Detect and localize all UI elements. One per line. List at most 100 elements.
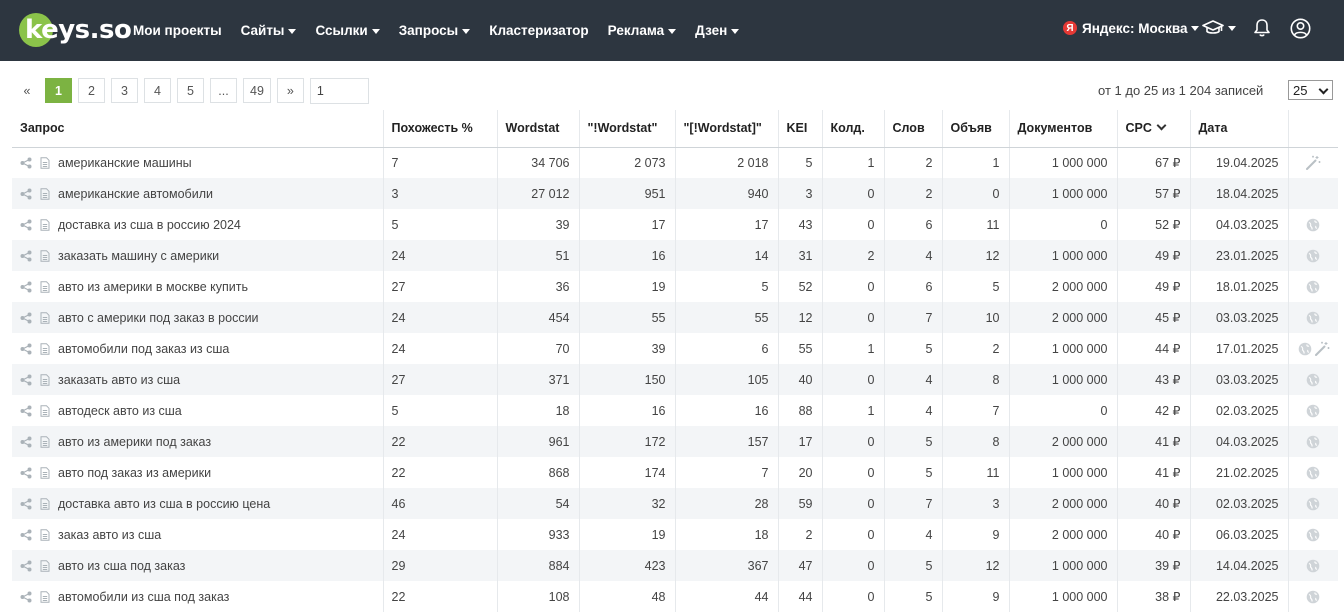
share-button[interactable] bbox=[20, 250, 32, 262]
query-text[interactable]: автомобили из сша под заказ bbox=[58, 590, 229, 604]
logo[interactable]: keys.so bbox=[19, 13, 132, 47]
query-text[interactable]: американские автомобили bbox=[58, 187, 213, 201]
pagination-prev-button[interactable]: « bbox=[15, 78, 39, 103]
pagination-page-3[interactable]: 3 bbox=[111, 78, 138, 103]
document-button[interactable] bbox=[40, 342, 50, 355]
column-header-4[interactable]: "[!Wordstat]" bbox=[675, 110, 779, 148]
region-selector[interactable]: Я Яндекс: Москва bbox=[1063, 19, 1200, 37]
share-button[interactable] bbox=[20, 374, 32, 386]
column-header-10[interactable]: CPC bbox=[1117, 110, 1191, 148]
query-text[interactable]: авто из америки под заказ bbox=[58, 435, 211, 449]
pagination-page-4[interactable]: 4 bbox=[144, 78, 171, 103]
query-text[interactable]: авто с америки под заказ в россии bbox=[58, 311, 259, 325]
globe-button[interactable] bbox=[1306, 497, 1320, 511]
globe-button[interactable] bbox=[1306, 528, 1320, 542]
document-button[interactable] bbox=[40, 404, 50, 417]
document-button[interactable] bbox=[40, 249, 50, 262]
user-menu-button[interactable] bbox=[1290, 17, 1311, 39]
globe-button[interactable] bbox=[1298, 342, 1312, 356]
query-text[interactable]: заказать авто из сша bbox=[58, 373, 180, 387]
column-header-3[interactable]: "!Wordstat" bbox=[579, 110, 676, 148]
globe-button[interactable] bbox=[1306, 218, 1320, 232]
notifications-button[interactable] bbox=[1253, 17, 1271, 39]
share-button[interactable] bbox=[20, 591, 32, 603]
share-button[interactable] bbox=[20, 436, 32, 448]
cell-cpc: 40 ₽ bbox=[1117, 519, 1191, 550]
column-header-11[interactable]: Дата bbox=[1190, 110, 1289, 148]
nav-item-6[interactable]: Дзен bbox=[695, 23, 740, 38]
share-button[interactable] bbox=[20, 405, 32, 417]
nav-item-3[interactable]: Запросы bbox=[399, 23, 471, 38]
query-text[interactable]: авто из америки в москве купить bbox=[58, 280, 248, 294]
query-text[interactable]: автомобили под заказ из сша bbox=[58, 342, 229, 356]
pagination-page-49[interactable]: 49 bbox=[243, 78, 271, 103]
share-button[interactable] bbox=[20, 157, 32, 169]
column-header-6[interactable]: Колд. bbox=[822, 110, 885, 148]
query-text[interactable]: доставка авто из сша в россию цена bbox=[58, 497, 270, 511]
wand-button[interactable] bbox=[1314, 341, 1330, 357]
column-header-9[interactable]: Документов bbox=[1009, 110, 1118, 148]
globe-button[interactable] bbox=[1306, 280, 1320, 294]
pagination-page-5[interactable]: 5 bbox=[177, 78, 204, 103]
globe-button[interactable] bbox=[1306, 373, 1320, 387]
share-button[interactable] bbox=[20, 467, 32, 479]
pagination-next-button[interactable]: » bbox=[276, 78, 304, 103]
wand-icon bbox=[1306, 155, 1321, 170]
globe-button[interactable] bbox=[1306, 590, 1320, 604]
share-button[interactable] bbox=[20, 188, 32, 200]
nav-item-2[interactable]: Ссылки bbox=[315, 23, 380, 38]
column-header-1[interactable]: Похожесть % bbox=[383, 110, 498, 148]
query-text[interactable]: авто из сша под заказ bbox=[58, 559, 185, 573]
query-text[interactable]: доставка из сша в россию 2024 bbox=[58, 218, 241, 232]
document-button[interactable] bbox=[40, 373, 50, 386]
globe-button[interactable] bbox=[1306, 249, 1320, 263]
sort-desc-icon[interactable] bbox=[1156, 120, 1167, 131]
share-button[interactable] bbox=[20, 343, 32, 355]
share-button[interactable] bbox=[20, 281, 32, 293]
column-header-0[interactable]: Запрос bbox=[12, 110, 384, 148]
column-header-8[interactable]: Объяв bbox=[942, 110, 1010, 148]
share-button[interactable] bbox=[20, 529, 32, 541]
per-page-select[interactable]: 25 bbox=[1288, 80, 1333, 100]
query-text[interactable]: заказ авто из сша bbox=[58, 528, 161, 542]
document-button[interactable] bbox=[40, 559, 50, 572]
globe-button[interactable] bbox=[1306, 404, 1320, 418]
column-header-5[interactable]: KEI bbox=[778, 110, 823, 148]
cell-ads: 11 bbox=[942, 209, 1010, 240]
document-button[interactable] bbox=[40, 435, 50, 448]
globe-button[interactable] bbox=[1306, 435, 1320, 449]
globe-button[interactable] bbox=[1306, 466, 1320, 480]
share-button[interactable] bbox=[20, 219, 32, 231]
document-button[interactable] bbox=[40, 528, 50, 541]
share-button[interactable] bbox=[20, 498, 32, 510]
query-text[interactable]: автодеск авто из сша bbox=[58, 404, 182, 418]
pagination-page-2[interactable]: 2 bbox=[78, 78, 105, 103]
graduation-cap-button[interactable] bbox=[1202, 17, 1236, 39]
column-header-2[interactable]: Wordstat bbox=[497, 110, 580, 148]
document-button[interactable] bbox=[40, 187, 50, 200]
nav-item-4[interactable]: Кластеризатор bbox=[489, 23, 588, 38]
query-text[interactable]: авто под заказ из америки bbox=[58, 466, 211, 480]
query-text[interactable]: американские машины bbox=[58, 156, 192, 170]
pagination-page-1[interactable]: 1 bbox=[45, 78, 72, 103]
document-button[interactable] bbox=[40, 218, 50, 231]
document-button[interactable] bbox=[40, 311, 50, 324]
share-button[interactable] bbox=[20, 312, 32, 324]
globe-button[interactable] bbox=[1306, 559, 1320, 573]
nav-item-5[interactable]: Реклама bbox=[608, 23, 677, 38]
nav-item-1[interactable]: Сайты bbox=[241, 23, 297, 38]
document-button[interactable] bbox=[40, 466, 50, 479]
document-button[interactable] bbox=[40, 497, 50, 510]
query-text[interactable]: заказать машину с америки bbox=[58, 249, 219, 263]
document-button[interactable] bbox=[40, 157, 50, 169]
globe-button[interactable] bbox=[1306, 311, 1320, 325]
document-button[interactable] bbox=[40, 590, 50, 603]
nav-item-0[interactable]: Мои проекты bbox=[133, 23, 222, 38]
share-icon bbox=[20, 467, 32, 478]
query-cell-content: авто из америки в москве купить bbox=[20, 280, 375, 294]
column-header-7[interactable]: Слов bbox=[884, 110, 943, 148]
document-button[interactable] bbox=[40, 280, 50, 293]
wand-button[interactable] bbox=[1305, 155, 1321, 171]
pagination-goto-input[interactable] bbox=[309, 77, 369, 104]
share-button[interactable] bbox=[20, 560, 32, 572]
